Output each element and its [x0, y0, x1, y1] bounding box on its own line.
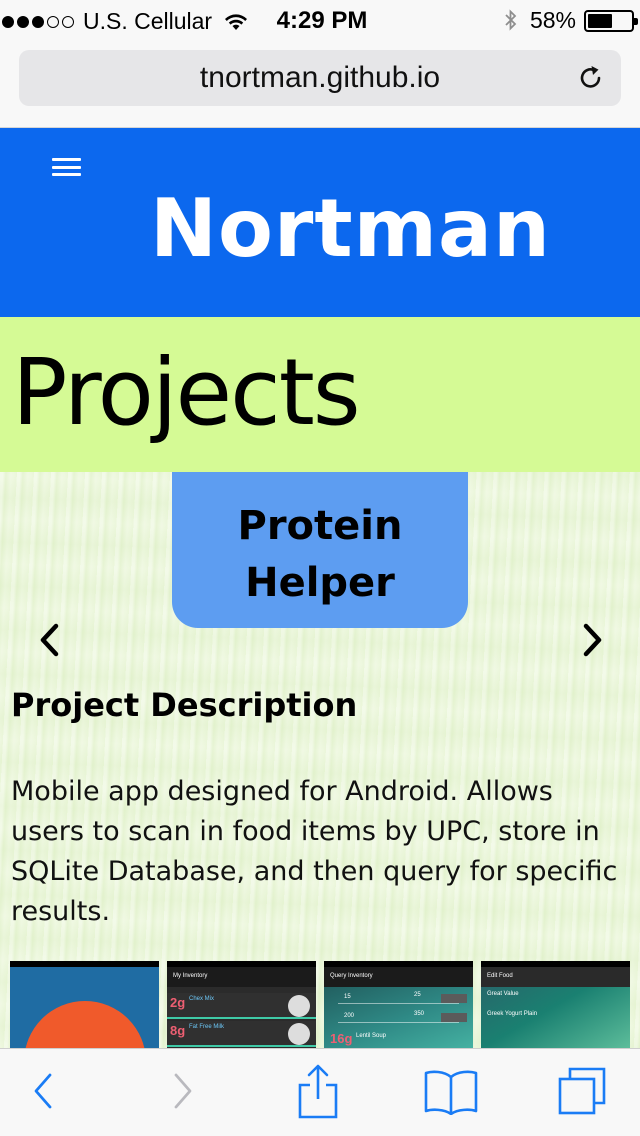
chevron-left-icon[interactable] [36, 620, 64, 660]
back-icon[interactable] [28, 1067, 58, 1115]
inventory-row: 2g Chex Mix [167, 993, 316, 1019]
chevron-right-icon[interactable] [578, 620, 606, 660]
project-title: Protein Helper [237, 503, 403, 606]
screenshot-inventory[interactable]: My Inventory 2g Chex Mix 8g Fat Free Mil… [167, 961, 316, 1048]
bluetooth-icon [505, 8, 517, 31]
battery-level [588, 13, 613, 28]
query-button [441, 1013, 467, 1022]
inventory-row-grams: 8g [170, 1023, 186, 1038]
battery-area: 58% [504, 7, 638, 34]
share-icon[interactable] [296, 1063, 340, 1119]
inventory-row-name: Chex Mix [189, 996, 215, 1002]
tabs-icon[interactable] [556, 1065, 608, 1117]
query-min-protein: 15 [344, 994, 351, 1000]
query-divider [338, 1003, 459, 1004]
site-header: Tim Nortman [0, 128, 640, 317]
query-max-calories: 350 [414, 1011, 425, 1017]
project-title-card: Protein Helper [172, 472, 468, 628]
query-divider [338, 1022, 459, 1023]
edit-appbar-title: Edit Food [481, 967, 630, 987]
inventory-appbar-title: My Inventory [167, 967, 316, 987]
inventory-row-grams: 2g [170, 995, 186, 1010]
site-title: Tim Nortman [150, 128, 620, 296]
query-min-calories: 200 [344, 1013, 355, 1019]
project-description-text: Mobile app designed for Android. Allows … [11, 776, 618, 927]
browser-address-area: tnortman.github.io [0, 40, 640, 128]
inventory-row-button [288, 995, 310, 1017]
java-logo-icon [24, 1001, 146, 1048]
screenshot-gallery: My Inventory 2g Chex Mix 8g Fat Free Mil… [10, 961, 630, 1048]
project-description-heading: Project Description [11, 686, 358, 724]
screenshot-query[interactable]: Query Inventory 15 25 200 350 16g Lentil… [324, 961, 473, 1048]
query-button [441, 994, 467, 1003]
edit-brand-value: Great Value [487, 991, 519, 997]
query-result-name: Lentil Soup [356, 1033, 387, 1039]
screenshot-edit-food[interactable]: Edit Food Great Value Greek Yogurt Plain [481, 961, 630, 1048]
battery-icon [584, 9, 638, 32]
battery-percent: 58% [529, 7, 576, 33]
inventory-row: 8g Fat Free Milk [167, 1021, 316, 1047]
forward-icon[interactable] [168, 1067, 198, 1115]
projects-section-header: Projects [0, 317, 640, 472]
query-result-grams: 16g [330, 1031, 353, 1046]
address-bar[interactable]: tnortman.github.io [19, 50, 621, 106]
edit-product-value: Greek Yogurt Plain [487, 1011, 538, 1017]
bookmarks-icon[interactable] [422, 1067, 480, 1115]
status-bar: U.S. Cellular 4:29 PM 58% [0, 0, 640, 40]
screenshot-app-logo[interactable] [10, 961, 159, 1048]
query-max-protein: 25 [414, 992, 421, 998]
battery-tip [634, 17, 638, 25]
project-carousel: Protein Helper Project Description Mobil… [0, 472, 640, 1048]
site-title-last-name: Nortman [150, 182, 551, 275]
site-title-first-name: Tim [150, 128, 620, 162]
projects-heading: Projects [12, 339, 361, 446]
inventory-row-name: Fat Free Milk [189, 1024, 225, 1030]
browser-toolbar [0, 1048, 640, 1136]
inventory-row-button [288, 1023, 310, 1045]
reload-icon[interactable] [577, 64, 605, 92]
query-appbar-title: Query Inventory [324, 967, 473, 987]
hamburger-menu-icon[interactable] [52, 158, 81, 176]
url-text[interactable]: tnortman.github.io [19, 61, 621, 95]
